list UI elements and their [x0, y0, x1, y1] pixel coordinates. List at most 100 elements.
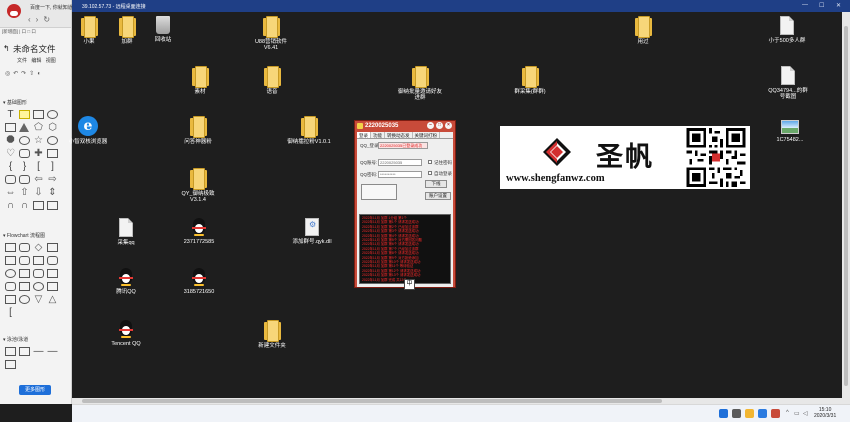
close-icon[interactable]: ✕	[836, 2, 841, 9]
connector-shape-icon[interactable]	[5, 269, 16, 278]
hexagon-shape-icon[interactable]: ⬡	[47, 123, 58, 133]
clock[interactable]: 15:10 2020/3/31	[814, 407, 836, 419]
rect-shape-icon[interactable]	[33, 110, 44, 119]
swimlane-shape-icon[interactable]	[19, 347, 30, 356]
arrow-down-shape-icon[interactable]: ⇩	[33, 188, 44, 198]
minimize-icon[interactable]: –	[427, 122, 434, 129]
storage-shape-icon[interactable]	[33, 269, 44, 278]
callout-shape-icon[interactable]	[19, 149, 30, 158]
explorer-icon[interactable]	[745, 409, 754, 418]
desktop-icon-dll[interactable]: 添加群号.qyk.dll	[290, 218, 334, 245]
remember-checkbox[interactable]	[428, 160, 432, 164]
note-shape-icon[interactable]	[19, 110, 30, 119]
circle-shape-icon[interactable]	[19, 136, 30, 145]
process-shape-icon[interactable]	[5, 295, 16, 304]
avatar[interactable]	[7, 4, 21, 18]
minimize-icon[interactable]: —	[802, 2, 808, 8]
desktop-icon-folder[interactable]: QY_御纳极致V3.1.4	[176, 168, 220, 203]
line-shape-icon[interactable]: —	[33, 347, 44, 357]
octagon-shape-icon[interactable]: ⯃	[5, 136, 16, 146]
arrow-vertical-shape-icon[interactable]: ⇕	[47, 188, 58, 198]
tray-chevron-icon[interactable]: ^	[786, 410, 789, 416]
desktop-icon-browser[interactable]: e 小智双核浏览器	[66, 116, 110, 145]
heart-shape-icon[interactable]: ♡	[5, 149, 16, 159]
desktop-icon-folder[interactable]: 用过	[621, 16, 665, 45]
browser-nav[interactable]: ‹›↻	[28, 15, 55, 24]
star-shape-icon[interactable]: ☆	[33, 136, 44, 146]
tab-function[interactable]: 功能	[371, 132, 385, 138]
desktop-icon-file[interactable]: 采集qq	[104, 218, 148, 246]
start-icon[interactable]	[719, 409, 728, 418]
remote-desktop-titlebar[interactable]: 39.102.57.73 - 远程桌面连接 — ☐ ✕	[72, 0, 850, 12]
close-icon[interactable]: ×	[445, 122, 452, 129]
window-titlebar[interactable]: 2220025035 – □ ×	[355, 121, 455, 131]
bracket-shape-icon[interactable]: [	[5, 308, 16, 318]
toolbar[interactable]: ◎↶↷⇧◐	[5, 70, 67, 78]
swimlane-shape-icon[interactable]	[5, 347, 16, 356]
extract-shape-icon[interactable]: △	[47, 295, 58, 305]
data-shape-icon[interactable]	[47, 243, 58, 252]
process-shape-icon[interactable]	[19, 269, 30, 278]
swimlane-shape-icon[interactable]	[5, 360, 16, 369]
bracket-shape-icon[interactable]: ]	[47, 162, 58, 172]
document-shape-icon[interactable]	[19, 256, 30, 265]
bracket-shape-icon[interactable]: [	[33, 162, 44, 172]
arch-shape-icon[interactable]: ∩	[5, 201, 16, 211]
desktop-icon-image[interactable]: 1C75482...	[768, 120, 812, 143]
more-shapes-button[interactable]: 更多图形	[19, 385, 51, 395]
line-shape-icon[interactable]: —	[47, 347, 58, 357]
section-flowchart[interactable]: ▾ Flowchart 流程图	[3, 232, 45, 239]
section-basic-shapes[interactable]: ▾ 基础图形	[3, 99, 27, 106]
desktop-icon-folder[interactable]: 语音	[250, 66, 294, 95]
desktop-icon-folder[interactable]: 群采集(群群)	[508, 66, 552, 95]
desktop-icon-file[interactable]: QQ34794...的群号截图	[766, 66, 810, 100]
circle-shape-icon[interactable]	[47, 110, 58, 119]
rect-shape-icon[interactable]	[5, 123, 16, 132]
desktop-icon-qq[interactable]: Tencent QQ	[104, 320, 148, 347]
edge-icon[interactable]	[758, 409, 767, 418]
desktop-icon-folder[interactable]: 新建文件夹	[250, 320, 294, 349]
desktop-icon-recycle-bin[interactable]: 回收站	[141, 16, 185, 43]
logout-button[interactable]: 下线	[425, 180, 447, 188]
desktop-icon-qq[interactable]: 3185721650	[177, 268, 221, 295]
triangle-shape-icon[interactable]	[19, 123, 29, 132]
rect-shape-icon[interactable]	[47, 201, 58, 210]
scroll-thumb[interactable]	[844, 26, 848, 386]
decision-shape-icon[interactable]: ◇	[33, 243, 44, 253]
arrow-double-shape-icon[interactable]: ⇔	[5, 188, 16, 198]
desktop-icon-folder[interactable]: U88营销软件V6.41	[249, 16, 293, 51]
desktop-icon-folder[interactable]: 素材	[178, 66, 222, 95]
desktop-icon-file[interactable]: 小于500多人群	[765, 16, 809, 44]
connector-shape-icon[interactable]	[33, 282, 44, 291]
app-taskbar-icon[interactable]	[771, 409, 780, 418]
ime-indicator[interactable]: 中	[404, 279, 415, 290]
desktop-icon-folder[interactable]: 御纳批量邀请好友进群	[398, 66, 442, 101]
plus-shape-icon[interactable]: ✚	[33, 149, 44, 159]
arch-shape-icon[interactable]: ∩	[19, 201, 30, 211]
scroll-thumb[interactable]	[82, 399, 662, 403]
task-view-icon[interactable]	[732, 409, 741, 418]
connector-shape-icon[interactable]	[19, 295, 30, 304]
maximize-icon[interactable]: ☐	[819, 2, 824, 9]
menu-bar[interactable]: 文件 编辑 视图	[17, 57, 56, 64]
arrow-right-shape-icon[interactable]: ⇨	[47, 175, 58, 185]
terminator-shape-icon[interactable]	[19, 243, 30, 252]
circle-shape-icon[interactable]	[47, 136, 58, 145]
merge-shape-icon[interactable]: ▽	[33, 295, 44, 305]
qq-tool-window[interactable]: 2220025035 – □ × 登录 功能 转换动态发 关键词打粉 QQ_登录…	[354, 120, 456, 288]
network-icon[interactable]: ▭	[794, 410, 800, 417]
tab-convert[interactable]: 转换动态发	[385, 132, 413, 138]
tab-keyword[interactable]: 关键词打粉	[413, 132, 440, 138]
section-swimlane[interactable]: ▾ 泳池/泳道	[3, 336, 28, 343]
document-title[interactable]: 未命名文件	[13, 43, 56, 55]
desktop-icon-qq[interactable]: 腾讯QQ	[104, 268, 148, 295]
process-shape-icon[interactable]	[47, 269, 58, 278]
process-shape-icon[interactable]	[5, 243, 16, 252]
volume-icon[interactable]: ◁	[803, 410, 808, 417]
brace-shape-icon[interactable]: {	[5, 162, 16, 172]
vertical-scrollbar[interactable]	[842, 12, 850, 404]
process-shape-icon[interactable]	[5, 256, 16, 265]
desktop-icon-folder[interactable]: 问答神器粉	[176, 116, 220, 145]
desktop-icon-folder[interactable]: 御纳擂拉粉V1.0.1	[287, 116, 331, 145]
back-arrow-icon[interactable]: ↰	[3, 44, 10, 53]
